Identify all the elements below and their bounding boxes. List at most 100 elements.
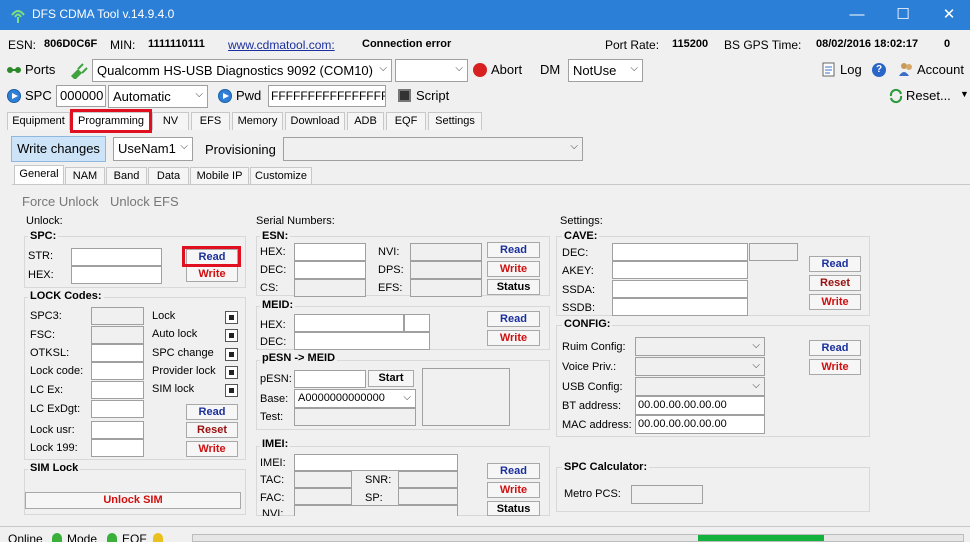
subtab-band[interactable]: Band	[106, 167, 147, 185]
pwd-send-icon[interactable]	[218, 89, 232, 103]
lock-checkbox[interactable]	[225, 329, 238, 342]
lock-checkbox[interactable]	[225, 366, 238, 379]
imei-read-button[interactable]: Read	[487, 463, 540, 479]
ports-button[interactable]: Ports	[25, 62, 55, 77]
lock-field-input[interactable]	[91, 439, 144, 457]
minimize-button[interactable]: —	[842, 4, 872, 26]
config-read-button[interactable]: Read	[809, 340, 861, 356]
imei-status-button[interactable]: Status	[487, 501, 540, 516]
spc-calculator-title: SPC Calculator:	[562, 461, 650, 473]
dm-select[interactable]: NotUse ⌵	[568, 59, 643, 82]
bt-input[interactable]: 00.00.00.00.00.00	[635, 396, 765, 415]
spc-send-icon[interactable]	[7, 89, 21, 103]
unlock-sim-button[interactable]: Unlock SIM	[25, 492, 241, 509]
esn-write-button[interactable]: Write	[487, 261, 540, 277]
lock-field-input[interactable]	[91, 381, 144, 399]
meid-hex-suffix-input[interactable]	[404, 314, 430, 332]
imei-write-button[interactable]: Write	[487, 482, 540, 498]
tab-memory[interactable]: Memory	[232, 112, 283, 130]
spc-hex-input[interactable]	[71, 266, 162, 284]
pesn-label: pESN:	[260, 373, 292, 385]
help-icon[interactable]: ?	[872, 63, 886, 77]
subtab-general[interactable]: General	[14, 165, 64, 185]
account-button[interactable]: Account	[917, 62, 964, 77]
spc-str-input[interactable]	[71, 248, 162, 266]
tab-adb[interactable]: ADB	[347, 112, 384, 130]
spc-input[interactable]: 000000	[56, 85, 106, 107]
ruim-select[interactable]: ⌵	[635, 337, 765, 356]
reset-button[interactable]: Reset...	[906, 88, 951, 103]
nvi-label: NVI:	[378, 246, 400, 258]
log-button[interactable]: Log	[840, 62, 862, 77]
tab-efs[interactable]: EFS	[191, 112, 230, 130]
settings-title: Settings:	[560, 215, 603, 227]
tab-equipment[interactable]: Equipment	[7, 112, 70, 130]
unlock-efs-button[interactable]: Unlock EFS	[110, 194, 179, 209]
lock-read-button[interactable]: Read	[186, 404, 238, 420]
spc-write-button[interactable]: Write	[186, 266, 238, 282]
subtab-mobile-ip[interactable]: Mobile IP	[190, 167, 249, 185]
mac-input[interactable]: 00.00.00.00.00.00	[635, 415, 765, 434]
tab-download[interactable]: Download	[285, 112, 345, 130]
esn-dec-input[interactable]	[294, 261, 366, 279]
profile-select[interactable]: UseNam1 ⌵	[113, 137, 193, 161]
pwd-input[interactable]: FFFFFFFFFFFFFFFF	[268, 85, 386, 107]
plug-icon[interactable]	[68, 61, 88, 79]
write-changes-button[interactable]: Write changes	[11, 136, 106, 162]
cave-dec-input[interactable]	[612, 243, 748, 261]
tac-field	[294, 471, 352, 488]
script-button[interactable]: Script	[416, 88, 449, 103]
tab-nv[interactable]: NV	[152, 112, 189, 130]
meid-hex-input[interactable]	[294, 314, 404, 332]
device-secondary-select[interactable]: ⌵	[395, 59, 468, 82]
lock-field-input[interactable]	[91, 362, 144, 380]
akey-input[interactable]	[612, 261, 748, 279]
cave-read-button[interactable]: Read	[809, 256, 861, 272]
voice-select[interactable]: ⌵	[635, 357, 765, 376]
lock-checkbox[interactable]	[225, 348, 238, 361]
meid-write-button[interactable]: Write	[487, 330, 540, 346]
config-write-button[interactable]: Write	[809, 359, 861, 375]
pesn-start-button[interactable]: Start	[368, 370, 414, 387]
abort-button[interactable]: Abort	[491, 62, 522, 77]
meid-title: MEID:	[260, 299, 296, 311]
pesn-input[interactable]	[294, 370, 366, 388]
dm-label: DM	[540, 62, 561, 77]
provisioning-select[interactable]: ⌵	[283, 137, 583, 161]
device-select[interactable]: Qualcomm HS-USB Diagnostics 9092 (COM10)…	[92, 59, 392, 82]
lock-field-input[interactable]	[91, 400, 144, 418]
lock-reset-button[interactable]: Reset	[186, 422, 238, 438]
chevron-down-icon: ⌵	[403, 392, 411, 403]
close-button[interactable]: ✕	[934, 4, 964, 26]
ssda-input[interactable]	[612, 280, 748, 298]
esn-status-button[interactable]: Status	[487, 279, 540, 295]
lock-write-button[interactable]: Write	[186, 441, 238, 457]
tab-eqf[interactable]: EQF	[386, 112, 426, 130]
website-link[interactable]: www.cdmatool.com:	[228, 38, 335, 52]
cave-reset-button[interactable]: Reset	[809, 275, 861, 291]
esn-hex-input[interactable]	[294, 243, 366, 261]
subtab-nam[interactable]: NAM	[65, 167, 105, 185]
snr-label: SNR:	[365, 474, 392, 486]
lock-field-input[interactable]	[91, 421, 144, 439]
lock-checkbox[interactable]	[225, 311, 238, 324]
tab-settings[interactable]: Settings	[428, 112, 482, 130]
imei-nvi-label: NVI:	[262, 508, 284, 516]
maximize-button[interactable]: ☐	[888, 4, 918, 26]
esn-read-button[interactable]: Read	[487, 242, 540, 258]
ssdb-input[interactable]	[612, 298, 748, 316]
imei-input[interactable]	[294, 454, 458, 471]
force-unlock-button[interactable]: Force Unlock	[22, 194, 99, 209]
meid-read-button[interactable]: Read	[487, 311, 540, 327]
cave-write-button[interactable]: Write	[809, 294, 861, 310]
chevron-down-icon: ⌵	[752, 340, 760, 351]
spc-mode-select[interactable]: Automatic ⌵	[108, 85, 208, 108]
lock-field-input[interactable]	[91, 344, 144, 362]
reset-dropdown-icon[interactable]: ▼	[960, 89, 969, 99]
lock-checkbox[interactable]	[225, 384, 238, 397]
base-select[interactable]: A0000000000000 ⌵	[294, 389, 416, 408]
usb-select[interactable]: ⌵	[635, 377, 765, 396]
meid-dec-input[interactable]	[294, 332, 430, 350]
subtab-data[interactable]: Data	[148, 167, 189, 185]
subtab-customize[interactable]: Customize	[250, 167, 312, 185]
